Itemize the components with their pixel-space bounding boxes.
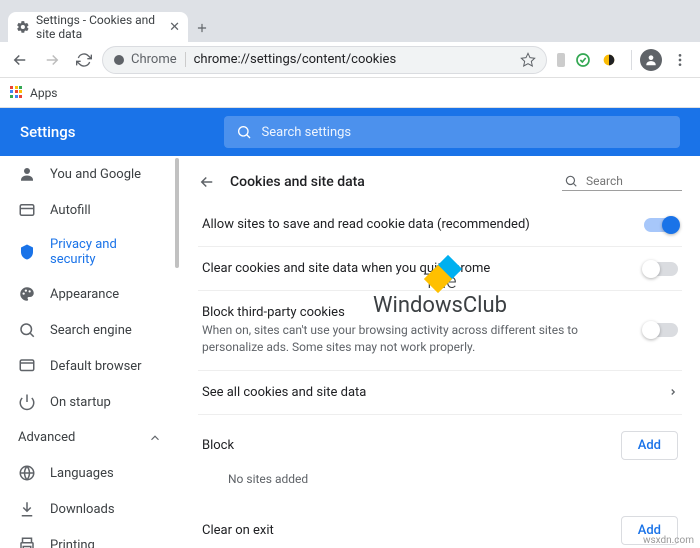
nav-label: On startup (50, 395, 111, 410)
search-icon (564, 174, 578, 188)
row-allow-cookies[interactable]: Allow sites to save and read cookie data… (198, 203, 682, 247)
toggle-allow-cookies[interactable] (644, 218, 678, 232)
gear-icon (16, 20, 30, 34)
site-info[interactable]: Chrome (113, 52, 186, 67)
tab-title: Settings - Cookies and site data (36, 13, 163, 41)
nav-label: Languages (50, 466, 114, 481)
nav-autofill[interactable]: Autofill (0, 192, 180, 228)
nav-label: Advanced (18, 430, 75, 445)
toggle-block-third-party[interactable] (644, 323, 678, 337)
nav-privacy-security[interactable]: Privacy and security (0, 228, 180, 276)
address-bar[interactable]: Chrome chrome://settings/content/cookies (102, 46, 547, 74)
section-clear-on-exit: Clear on exit Add (198, 500, 682, 548)
browser-tab[interactable]: Settings - Cookies and site data ✕ (8, 12, 188, 42)
settings-title: Settings (20, 123, 76, 141)
nav-printing[interactable]: Printing (0, 527, 180, 548)
tabstrip: Settings - Cookies and site data ✕ (0, 8, 700, 42)
row-clear-on-quit[interactable]: Clear cookies and site data when you qui… (198, 247, 682, 291)
settings-search-input[interactable] (262, 125, 668, 140)
nav-advanced[interactable]: Advanced (0, 420, 180, 455)
row-label: See all cookies and site data (202, 385, 656, 400)
print-icon (18, 536, 36, 548)
shield-icon (18, 243, 36, 261)
row-label: Block third-party cookies (202, 305, 632, 320)
forward-button[interactable] (38, 46, 66, 74)
bookmarks-bar: Apps (0, 78, 700, 108)
secure-label: Chrome (131, 52, 177, 67)
autofill-icon (18, 201, 36, 219)
star-icon[interactable] (520, 52, 536, 68)
nav-languages[interactable]: Languages (0, 455, 180, 491)
profile-button[interactable] (640, 49, 662, 71)
nav-label: Default browser (50, 359, 142, 374)
extension-icon[interactable] (601, 52, 617, 68)
extension-icon[interactable] (557, 53, 565, 67)
chevron-up-icon (148, 431, 162, 445)
globe-icon (18, 464, 36, 482)
nav-label: Search engine (50, 323, 132, 338)
back-button[interactable] (198, 173, 216, 191)
nav-default-browser[interactable]: Default browser (0, 348, 180, 384)
panel-search[interactable] (562, 172, 682, 191)
section-title: Block (202, 438, 234, 453)
nav-downloads[interactable]: Downloads (0, 491, 180, 527)
power-icon (18, 393, 36, 411)
nav-you-and-google[interactable]: You and Google (0, 156, 180, 192)
nav-label: Printing (50, 538, 95, 548)
section-title: Clear on exit (202, 523, 274, 538)
row-see-all-cookies[interactable]: See all cookies and site data (198, 371, 682, 415)
person-icon (18, 165, 36, 183)
nav-search-engine[interactable]: Search engine (0, 312, 180, 348)
download-icon (18, 500, 36, 518)
row-sublabel: When on, sites can't use your browsing a… (202, 322, 632, 356)
extension-icons (551, 52, 623, 68)
url-text: chrome://settings/content/cookies (194, 52, 512, 67)
nav-label: Appearance (50, 287, 119, 302)
row-label: Allow sites to save and read cookie data… (202, 217, 632, 232)
chrome-icon (113, 54, 125, 66)
reload-button[interactable] (70, 46, 98, 74)
section-block: Block Add (198, 415, 682, 466)
footer-tag: wsxdn.com (643, 535, 694, 546)
extension-icon[interactable] (575, 52, 591, 68)
apps-icon[interactable] (10, 86, 24, 100)
back-button[interactable] (6, 46, 34, 74)
nav-label: Autofill (50, 203, 91, 218)
nav-label: Downloads (50, 502, 115, 517)
settings-nav: You and Google Autofill Privacy and secu… (0, 156, 180, 548)
new-tab-button[interactable] (188, 14, 216, 42)
toggle-clear-on-quit[interactable] (644, 262, 678, 276)
apps-label[interactable]: Apps (30, 86, 58, 100)
empty-block: No sites added (198, 466, 682, 500)
row-block-third-party[interactable]: Block third-party cookies When on, sites… (198, 291, 682, 371)
chevron-right-icon (668, 387, 678, 397)
panel-title: Cookies and site data (230, 174, 365, 190)
browser-icon (18, 357, 36, 375)
settings-search[interactable] (224, 116, 680, 148)
close-icon[interactable]: ✕ (169, 20, 180, 35)
nav-label: You and Google (50, 167, 141, 182)
add-block-button[interactable]: Add (621, 431, 678, 460)
palette-icon (18, 285, 36, 303)
row-label: Clear cookies and site data when you qui… (202, 261, 632, 276)
settings-header: Settings (0, 108, 700, 156)
search-icon (18, 321, 36, 339)
settings-panel: The WindowsClub Cookies and site data Al… (180, 156, 700, 548)
toolbar: Chrome chrome://settings/content/cookies (0, 42, 700, 78)
nav-on-startup[interactable]: On startup (0, 384, 180, 420)
nav-appearance[interactable]: Appearance (0, 276, 180, 312)
search-icon (236, 124, 252, 140)
menu-button[interactable] (666, 46, 694, 74)
panel-search-input[interactable] (586, 174, 666, 188)
nav-label: Privacy and security (50, 237, 162, 267)
